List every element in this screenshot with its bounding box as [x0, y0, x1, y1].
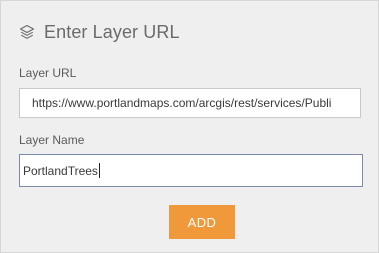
layer-url-value: https://www.portlandmaps.com/arcgis/rest… [32, 96, 332, 110]
text-cursor [98, 163, 100, 178]
add-button[interactable]: ADD [169, 205, 235, 239]
layer-url-label: Layer URL [19, 66, 77, 80]
layers-icon [19, 24, 35, 40]
layer-url-input[interactable]: https://www.portlandmaps.com/arcgis/rest… [19, 88, 361, 118]
layer-name-value: PortlandTrees [23, 163, 98, 178]
layer-name-input[interactable]: PortlandTrees [19, 154, 363, 187]
enter-layer-url-panel: Enter Layer URL Layer URL https://www.po… [0, 0, 379, 253]
layer-name-label: Layer Name [19, 133, 85, 147]
panel-header: Enter Layer URL [19, 19, 180, 45]
panel-title: Enter Layer URL [44, 21, 180, 42]
